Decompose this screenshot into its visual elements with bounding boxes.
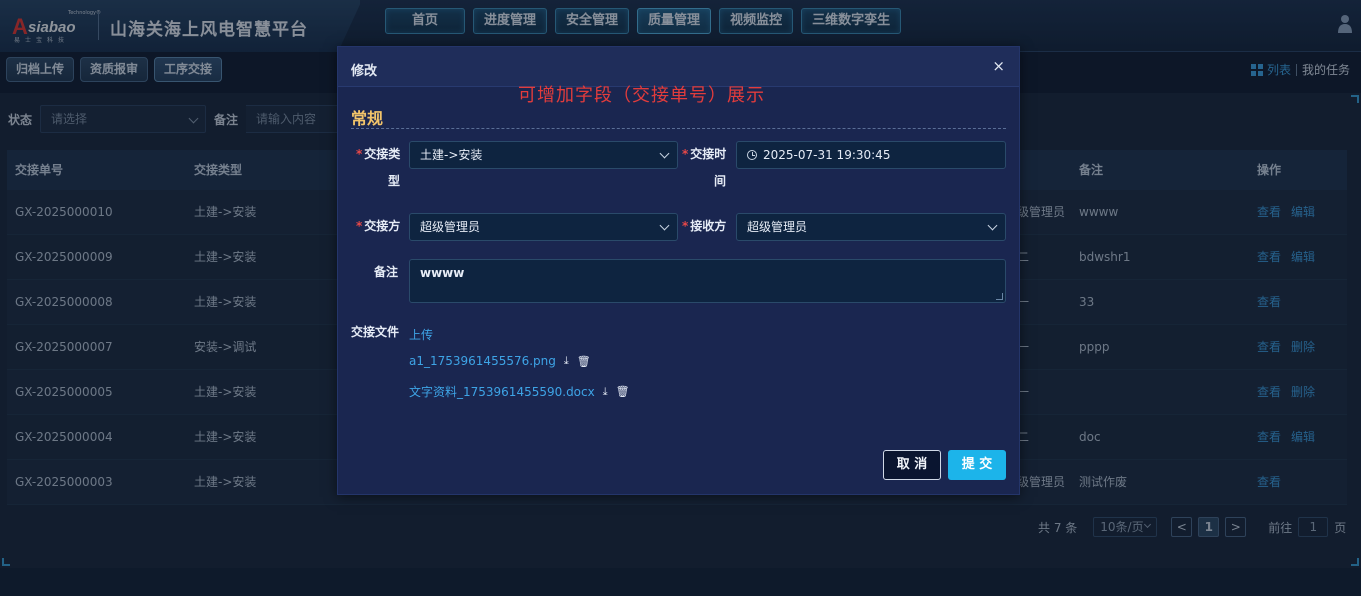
remark-label: 备注 [374, 265, 399, 279]
handover-time-label: * 交接时 [682, 141, 726, 168]
required-mark: * [682, 147, 689, 161]
submit-button[interactable]: 提 交 [948, 450, 1006, 480]
download-icon[interactable]: ⤓ [564, 354, 569, 368]
required-mark: * [356, 147, 363, 161]
resize-handle-icon[interactable] [996, 293, 1003, 300]
cancel-button[interactable]: 取 消 [883, 450, 941, 480]
remark-value: wwww [420, 266, 465, 280]
handover-type-select[interactable]: 土建->安装 [409, 141, 678, 169]
handover-type-label-wrap: 型 [388, 174, 401, 188]
modal-title: 修改 [351, 64, 378, 79]
handover-time-value: 2025-07-31 19:30:45 [763, 148, 891, 162]
clock-icon [747, 150, 757, 160]
chevron-down-icon [987, 220, 998, 231]
file-item: a1_1753961455576.png ⤓ 🗑 [409, 354, 591, 368]
from-party-label-text: 交接方 [364, 219, 401, 233]
files-label: 交接文件 [351, 325, 400, 339]
handover-time-label-text: 交接时 [690, 147, 727, 161]
upload-link[interactable]: 上传 [409, 326, 433, 343]
close-icon[interactable]: × [992, 57, 1005, 75]
annotation-note: 可增加字段（交接单号）展示 [518, 85, 765, 106]
file-name-link[interactable]: a1_1753961455576.png [409, 354, 556, 368]
handover-type-value: 土建->安装 [420, 148, 483, 162]
to-party-label-text: 接收方 [690, 219, 727, 233]
handover-type-label: * 交接类 [356, 141, 400, 168]
from-party-select[interactable]: 超级管理员 [409, 213, 678, 241]
handover-type-label-text: 交接类 [364, 147, 401, 161]
delete-icon[interactable]: 🗑 [616, 385, 630, 398]
file-item: 文字资料_1753961455590.docx ⤓ 🗑 [409, 383, 630, 400]
edit-modal: 修改 × 可增加字段（交接单号）展示 常规 * 交接类 型 土建->安装 * 交接时… [337, 46, 1020, 495]
download-icon[interactable]: ⤓ [603, 385, 608, 399]
from-party-label: * 交接方 [356, 213, 400, 240]
to-party-value: 超级管理员 [747, 220, 808, 234]
handover-time-picker[interactable]: 2025-07-31 19:30:45 [736, 141, 1006, 169]
required-mark: * [356, 219, 363, 233]
delete-icon[interactable]: 🗑 [577, 355, 591, 368]
remark-textarea[interactable]: wwww [409, 259, 1006, 303]
file-name-link[interactable]: 文字资料_1753961455590.docx [409, 383, 595, 400]
chevron-down-icon [659, 148, 670, 159]
chevron-down-icon [659, 220, 670, 231]
required-mark: * [682, 219, 689, 233]
section-divider [351, 128, 1006, 129]
to-party-label: * 接收方 [682, 213, 726, 240]
from-party-value: 超级管理员 [420, 220, 481, 234]
handover-time-label-wrap: 间 [714, 174, 727, 188]
to-party-select[interactable]: 超级管理员 [736, 213, 1006, 241]
section-title: 常规 [351, 109, 384, 128]
